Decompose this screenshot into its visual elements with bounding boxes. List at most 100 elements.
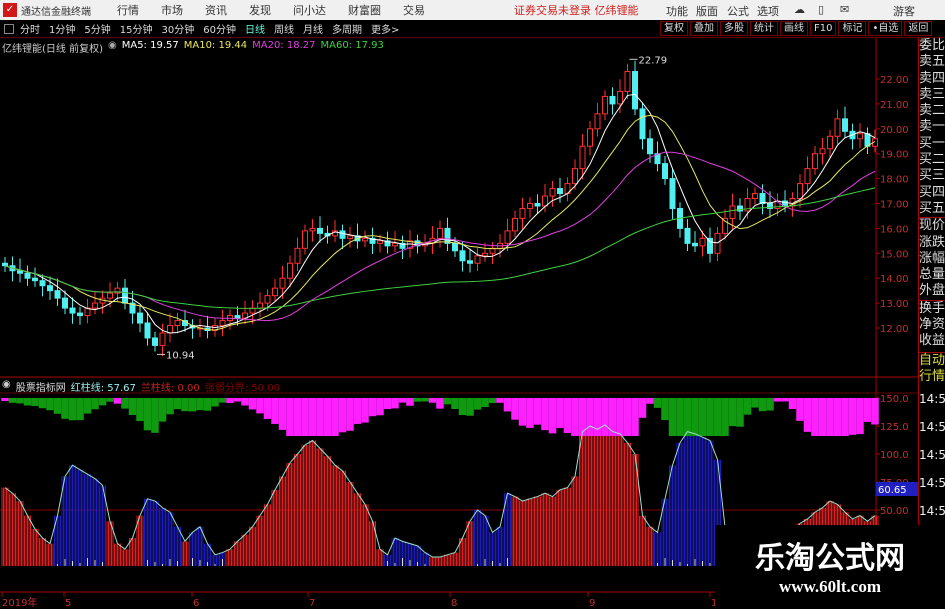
candle-body xyxy=(729,205,736,219)
tick-time: 14:56 xyxy=(919,476,945,491)
strength-bar xyxy=(143,398,152,431)
strength-bar xyxy=(383,398,392,410)
quote-label: 买五 xyxy=(919,200,945,216)
strength-bar xyxy=(218,398,227,403)
candle-body xyxy=(69,307,76,314)
candle-body xyxy=(699,237,706,247)
quote-label: 换手 xyxy=(919,299,945,316)
quote-label: 总量 xyxy=(919,267,945,283)
strength-bar xyxy=(83,398,92,414)
strength-bar xyxy=(533,398,542,425)
strength-bar xyxy=(541,398,549,431)
candle-body xyxy=(287,262,293,279)
candle-body xyxy=(482,252,488,257)
strength-bar xyxy=(691,398,699,436)
strength-bar xyxy=(211,398,219,407)
candle-body xyxy=(62,297,68,309)
candle-body xyxy=(234,315,241,319)
strength-bar xyxy=(136,398,144,422)
strength-bar xyxy=(166,398,174,415)
quote-label: 卖一 xyxy=(919,119,945,135)
strength-bar xyxy=(676,398,684,436)
high-label: 22.79 xyxy=(639,55,668,66)
strength-bar xyxy=(721,398,729,436)
strength-bar xyxy=(466,398,474,416)
strength-bar xyxy=(601,398,609,436)
quote-label: 净资 xyxy=(919,317,945,333)
strength-bar xyxy=(113,398,122,404)
candle-body xyxy=(39,280,46,287)
strength-bar xyxy=(668,398,677,436)
date-label: 9 xyxy=(589,598,595,609)
red-bar-label: 红柱线: 57.67 xyxy=(70,383,136,394)
split-label: 强弱分界: 50.00 xyxy=(204,383,280,394)
lower-label: 行情 xyxy=(919,368,945,384)
strength-bar xyxy=(61,398,69,419)
strength-bar xyxy=(698,398,707,436)
price-tick: 20.00 xyxy=(880,125,909,136)
strength-bar xyxy=(496,398,504,403)
kline-chart[interactable]: 22.00 21.00 20.00 19.00 18.00 17.00 16.00 15.00… xyxy=(0,0,945,609)
candle-body xyxy=(819,148,826,155)
strength-bar xyxy=(271,398,279,424)
watermark: 乐淘公式网 www.60lt.com xyxy=(715,525,945,609)
strength-bar xyxy=(436,398,444,409)
ma20-label: MA20: 18.27 xyxy=(252,40,316,51)
strength-bar xyxy=(443,398,452,405)
strength-bar xyxy=(301,398,309,436)
candle-body xyxy=(459,250,466,262)
candle-body xyxy=(92,302,98,309)
strength-bar xyxy=(811,398,819,436)
strength-bar xyxy=(848,398,857,435)
strength-bar xyxy=(203,398,212,411)
strength-bar xyxy=(308,398,317,436)
strength-bar xyxy=(473,398,482,410)
strength-bar xyxy=(856,398,864,435)
lower-label: 自动 xyxy=(919,352,945,368)
strength-bar xyxy=(181,398,189,412)
strength-bar xyxy=(361,398,369,423)
strength-bar xyxy=(871,398,879,425)
candle-body xyxy=(692,242,698,247)
candle-body xyxy=(534,203,541,207)
strength-bar xyxy=(173,398,182,410)
strength-bar xyxy=(353,398,362,424)
strength-bar xyxy=(458,398,467,416)
strength-bar xyxy=(263,398,272,420)
candle-body xyxy=(609,95,616,105)
watermark-name: 乐淘公式网 xyxy=(755,541,905,576)
lower-labels: 自动行情14:5614:5614:5614:5614:5614:56 xyxy=(919,351,945,554)
strength-bar xyxy=(248,398,257,410)
candle-body xyxy=(54,290,61,299)
strength-bar xyxy=(586,398,594,436)
price-tick: 19.00 xyxy=(880,150,909,161)
indicator-title: 股票指标网 xyxy=(15,383,66,394)
strength-bar xyxy=(38,398,47,409)
strength-bar xyxy=(151,398,159,433)
strength-bar xyxy=(683,398,692,436)
candle-body xyxy=(804,168,811,185)
indicator-tick: 50.00 xyxy=(880,506,909,517)
strength-bar xyxy=(391,398,399,409)
candle-body xyxy=(632,71,638,110)
chart-info-line: 亿纬锂能(日线 前复权) ◉ MA5: 19.57 MA10: 19.44 MA… xyxy=(2,40,384,55)
price-tick: 17.00 xyxy=(880,200,909,211)
candle-body xyxy=(639,108,646,140)
candle-body xyxy=(24,272,31,279)
candle-body xyxy=(834,118,841,137)
candle-body xyxy=(167,325,173,334)
candle-body xyxy=(17,270,23,274)
strength-bar xyxy=(398,398,407,403)
price-tick: 21.00 xyxy=(880,100,909,111)
candle-body xyxy=(707,237,713,254)
strength-bar xyxy=(841,398,849,436)
strength-bar xyxy=(346,398,354,431)
strength-bar xyxy=(451,398,459,410)
quote-label: 委比 xyxy=(919,38,945,53)
strength-bar xyxy=(518,398,527,426)
candle-body xyxy=(279,277,286,289)
candle-body xyxy=(549,188,556,197)
ma-toggle-icon[interactable]: ◉ xyxy=(108,40,117,55)
candle-body xyxy=(437,227,443,239)
indicator-toggle-icon[interactable]: ◉ xyxy=(2,379,11,394)
